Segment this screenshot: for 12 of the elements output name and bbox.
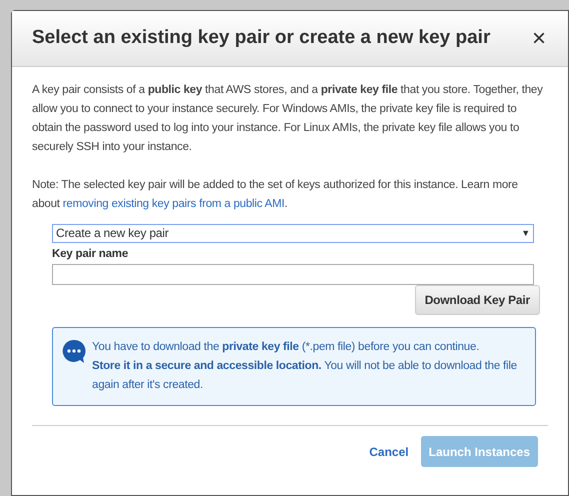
- key-pair-name-field[interactable]: [52, 264, 534, 285]
- close-button[interactable]: ×: [532, 26, 548, 50]
- key-pair-name-label: Key pair name: [52, 247, 130, 262]
- download-key-pair-button[interactable]: Download Key Pair: [414, 285, 540, 315]
- chat-bubble-icon: [62, 339, 86, 364]
- dialog-title: Select an existing key pair or create a new key pair: [32, 26, 490, 50]
- key-pair-dropdown[interactable]: Create a new key pair ▼: [52, 224, 534, 243]
- help-link[interactable]: removing existing key pairs from a public AMI: [62, 198, 285, 210]
- note-paragraph: Note: The selected key pair will be added to the set of keys authorized for this instance. Learn more about removing existing key pairs from a public AMI.: [32, 178, 519, 212]
- info-message: You have to download the private key file (*.pem file) before you can continue. Store it in a secure and accessible location. You will not be able to download the file again after it's created.: [92, 340, 518, 393]
- intro-paragraph: A key pair consists of a public key that AWS stores, and a private key file that you store. Together, they allow you to connect to your instance securely. For Windows AMIs, the private key file is required to obtain the password used to log into your instance. For Linux AMIs, the private key file allows you to securely SSH into your instance.: [32, 83, 544, 155]
- cancel-link[interactable]: Cancel: [369, 442, 409, 460]
